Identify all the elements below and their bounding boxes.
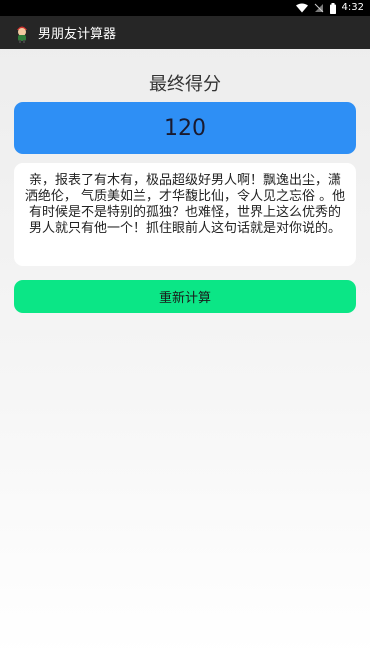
- signal-off-icon: [314, 3, 323, 13]
- wifi-icon: [295, 3, 308, 13]
- app-title: 男朋友计算器: [38, 27, 117, 42]
- status-bar: 4:32: [0, 0, 370, 16]
- score-display: 120: [14, 102, 356, 154]
- recalculate-button[interactable]: 重新计算: [14, 280, 356, 313]
- recalculate-label: 重新计算: [158, 290, 211, 305]
- final-score-heading: 最终得分: [149, 74, 221, 95]
- app-character-icon: [17, 26, 27, 43]
- battery-icon: [329, 2, 336, 14]
- status-icons: 4:32: [295, 0, 364, 16]
- status-time: 4:32: [341, 2, 364, 13]
- app-bar: 男朋友计算器: [0, 16, 370, 49]
- result-message: 亲，报表了有木有，极品超级好男人啊！飘逸出尘，潇洒绝伦， 气质美如兰，才华馥比仙…: [24, 173, 346, 236]
- score-value: 120: [164, 115, 206, 141]
- result-message-card: 亲，报表了有木有，极品超级好男人啊！飘逸出尘，潇洒绝伦， 气质美如兰，才华馥比仙…: [14, 163, 356, 266]
